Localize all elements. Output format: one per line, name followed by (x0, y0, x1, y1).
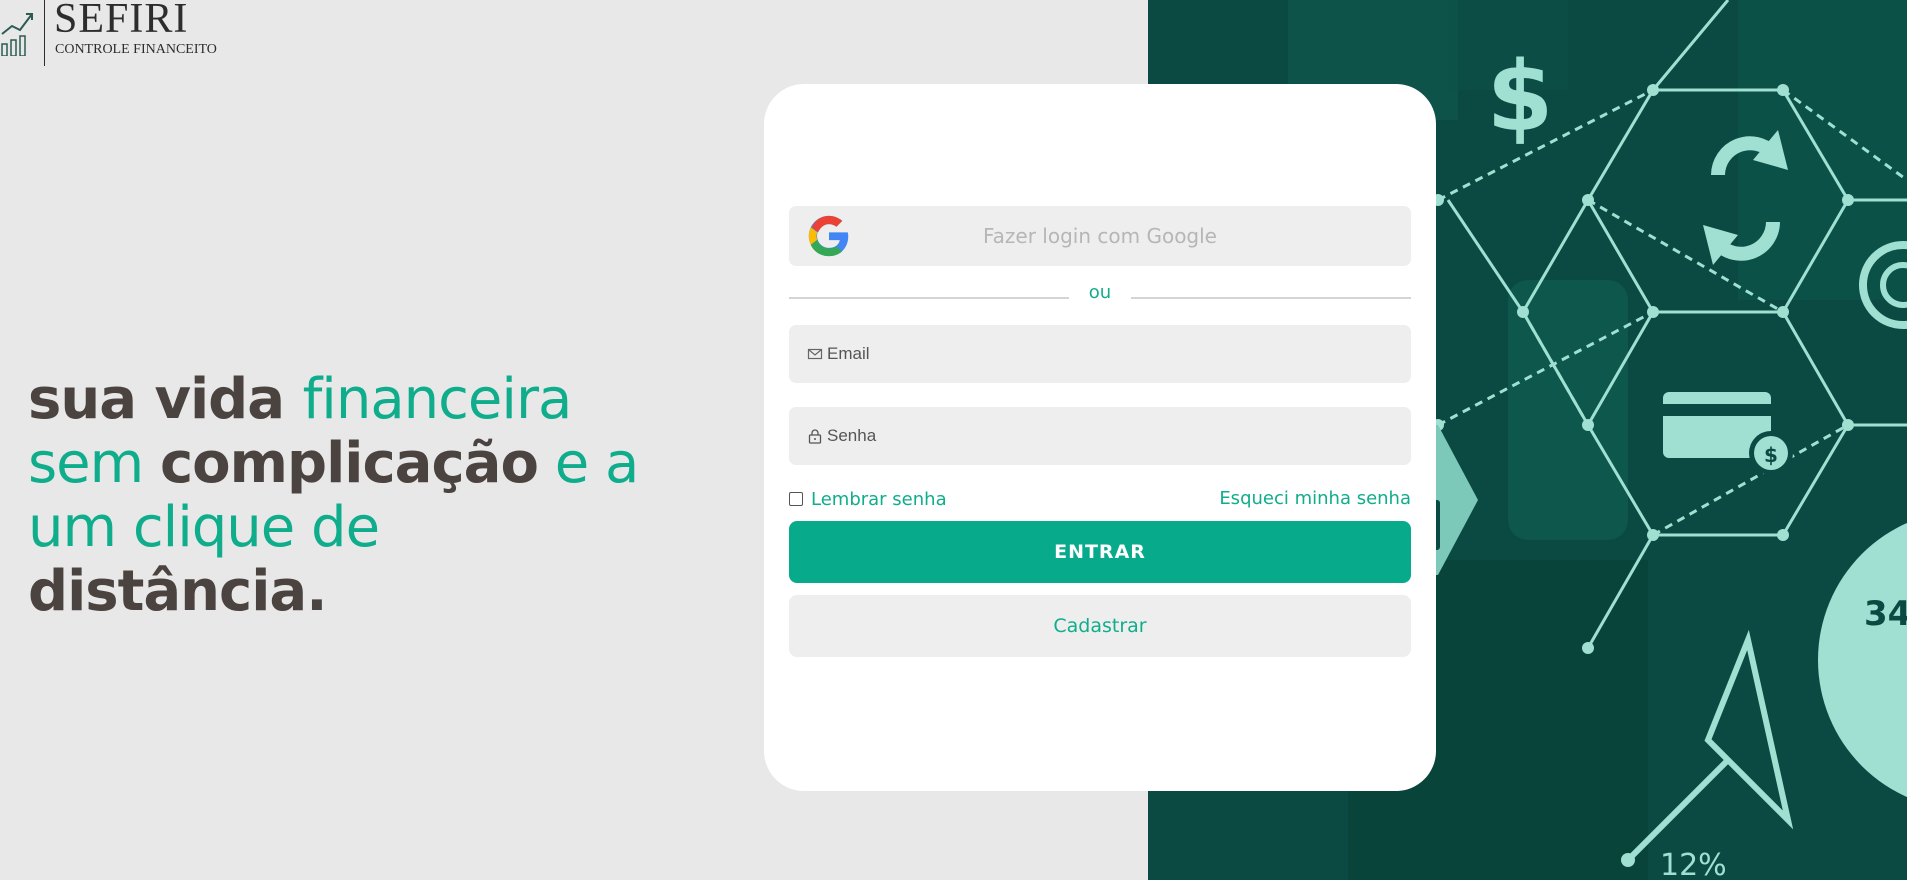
separator-text: ou (1088, 282, 1112, 303)
lock-icon (808, 429, 822, 444)
stat-label-12: 12% (1660, 848, 1727, 880)
tagline-part: distância. (28, 559, 327, 624)
email-input[interactable] (827, 325, 1397, 383)
growth-chart-icon (1, 13, 33, 56)
google-login-label: Fazer login com Google (983, 224, 1217, 248)
brand-subtitle: CONTROLE FINANCEITO (55, 42, 217, 57)
hero-tagline: sua vida financeira sem complicação e a … (28, 368, 728, 624)
remember-label: Lembrar senha (811, 488, 947, 510)
tagline-part: financeira (302, 367, 573, 432)
logo-divider (44, 0, 45, 66)
brand-logo: SEFIRI CONTROLE FINANCEITO (0, 0, 240, 66)
forgot-password-link[interactable]: Esqueci minha senha (1219, 487, 1411, 511)
login-button[interactable]: ENTRAR (789, 521, 1411, 583)
tagline-part: e a (537, 431, 640, 496)
svg-text:$: $ (1764, 443, 1778, 467)
svg-text:$: $ (1487, 41, 1554, 153)
password-field[interactable] (789, 407, 1411, 465)
or-separator: ou (789, 282, 1411, 312)
tagline-part: um clique de (28, 495, 380, 560)
brand-name: SEFIRI (54, 0, 189, 40)
login-card: Fazer login com Google ou Lembrar senha … (764, 84, 1436, 791)
google-login-button[interactable]: Fazer login com Google (789, 206, 1411, 266)
remember-checkbox[interactable] (789, 492, 803, 506)
email-field[interactable] (789, 325, 1411, 383)
envelope-icon (807, 348, 823, 360)
separator-line (1131, 297, 1411, 299)
stat-label-34: 34% (1864, 594, 1907, 634)
password-input[interactable] (827, 407, 1397, 465)
remember-password-option[interactable]: Lembrar senha (789, 487, 947, 511)
register-button[interactable]: Cadastrar (789, 595, 1411, 657)
tagline-part: sem (28, 431, 160, 496)
tagline-part: complicação (159, 431, 539, 496)
tagline-part: sua vida (28, 367, 303, 432)
